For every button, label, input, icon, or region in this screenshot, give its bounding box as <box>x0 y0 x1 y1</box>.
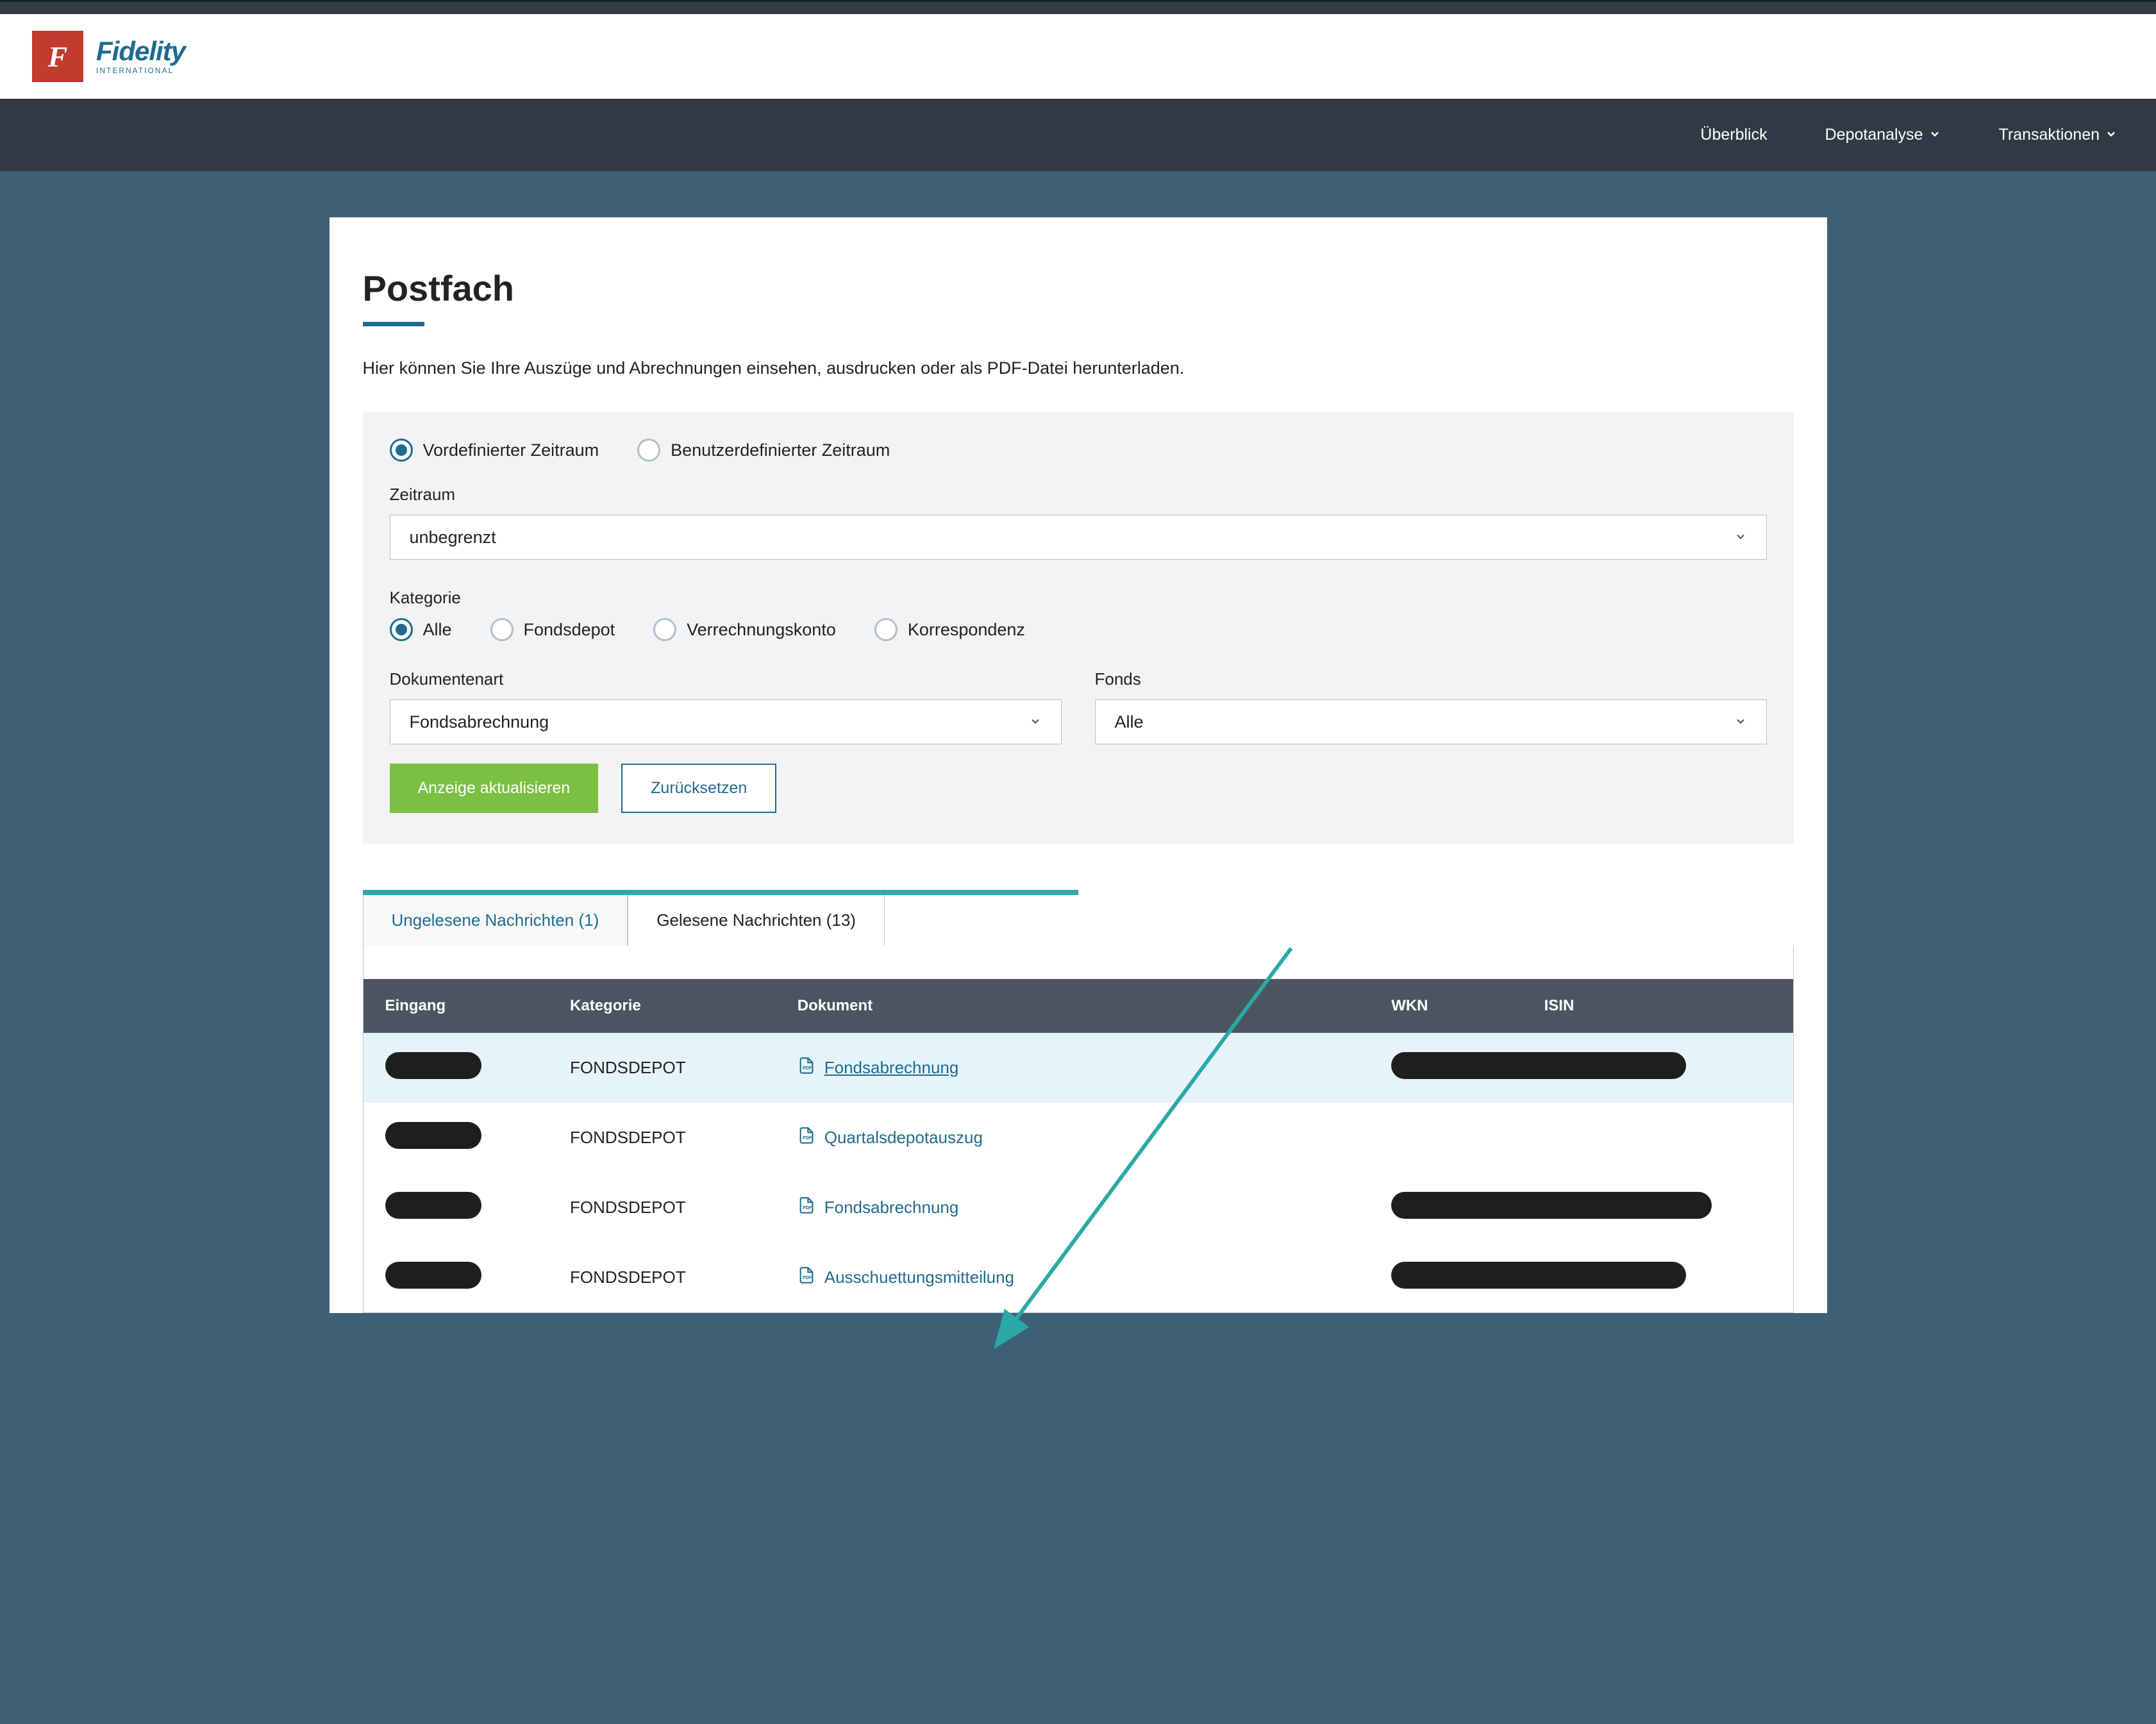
nav-transactions-label: Transaktionen <box>1999 126 2100 144</box>
pdf-icon: PDF <box>798 1126 815 1149</box>
chevron-down-icon <box>1029 712 1042 732</box>
brand-subtitle: INTERNATIONAL <box>96 66 185 75</box>
fonds-label: Fonds <box>1095 669 1767 689</box>
brand-logo[interactable]: F <box>32 31 83 82</box>
brand-bar: F Fidelity INTERNATIONAL <box>0 14 2156 99</box>
tab-unread[interactable]: Ungelesene Nachrichten (1) <box>363 890 628 946</box>
table-row: FONDSDEPOT PDF Fondsabrechnung <box>364 1033 1793 1103</box>
radio-icon <box>653 618 676 641</box>
pdf-icon: PDF <box>798 1057 815 1079</box>
category-fondsdepot-label: Fondsdepot <box>524 620 615 640</box>
topbar-dark-stripe <box>0 0 2156 14</box>
radio-icon <box>490 618 514 641</box>
chevron-down-icon <box>1734 712 1747 732</box>
period-select[interactable]: unbegrenzt <box>390 515 1767 560</box>
category-verrechnungskonto[interactable]: Verrechnungskonto <box>653 618 836 641</box>
document-link[interactable]: PDF Fondsabrechnung <box>798 1196 959 1219</box>
nav-overview-label: Überblick <box>1700 126 1767 144</box>
redacted-date <box>385 1192 481 1219</box>
cell-kategorie: FONDSDEPOT <box>548 1103 776 1173</box>
category-korrespondenz-label: Korrespondenz <box>908 620 1025 640</box>
radio-icon <box>390 439 413 462</box>
content-panel: Postfach Hier können Sie Ihre Auszüge un… <box>330 217 1827 1313</box>
period-mode-custom-label: Benutzerdefinierter Zeitraum <box>671 440 890 460</box>
nav-bar: Überblick Depotanalyse Transaktionen <box>0 99 2156 171</box>
period-select-value: unbegrenzt <box>410 528 496 548</box>
redacted-wkn-isin <box>1391 1192 1712 1219</box>
svg-text:PDF: PDF <box>803 1276 812 1280</box>
chevron-down-icon <box>2105 128 2118 142</box>
nav-transactions[interactable]: Transaktionen <box>1999 126 2118 144</box>
redacted-date <box>385 1122 481 1149</box>
content-outer: Postfach Hier können Sie Ihre Auszüge un… <box>0 171 2156 1313</box>
filter-box: Vordefinierter Zeitraum Benutzerdefinier… <box>363 412 1794 844</box>
table-row: FONDSDEPOT PDF Ausschuettungsmitteilung <box>364 1243 1793 1312</box>
chevron-down-icon <box>1734 528 1747 548</box>
table-row: FONDSDEPOT PDF Quartalsdepotauszug <box>364 1103 1793 1173</box>
col-isin: ISIN <box>1523 979 1793 1033</box>
category-all[interactable]: Alle <box>390 618 452 641</box>
title-underline <box>363 322 424 326</box>
tabs-row: Ungelesene Nachrichten (1) Gelesene Nach… <box>363 890 1794 946</box>
table-row: FONDSDEPOT PDF Fondsabrechnung <box>364 1173 1793 1243</box>
col-eingang: Eingang <box>364 979 549 1033</box>
update-button[interactable]: Anzeige aktualisieren <box>390 764 599 813</box>
svg-text:PDF: PDF <box>803 1066 812 1071</box>
period-label: Zeitraum <box>390 485 1767 505</box>
chevron-down-icon <box>1928 128 1941 142</box>
reset-button[interactable]: Zurücksetzen <box>621 764 776 813</box>
brand-name: Fidelity <box>96 38 185 65</box>
period-mode-custom[interactable]: Benutzerdefinierter Zeitraum <box>637 439 890 462</box>
pdf-icon: PDF <box>798 1196 815 1219</box>
period-mode-predefined-label: Vordefinierter Zeitraum <box>423 440 599 460</box>
redacted-date <box>385 1262 481 1289</box>
doc-type-value: Fondsabrechnung <box>410 712 549 732</box>
messages-table: Eingang Kategorie Dokument WKN ISIN FOND… <box>364 979 1793 1312</box>
document-link[interactable]: PDF Fondsabrechnung <box>798 1057 959 1079</box>
messages-table-wrap: Eingang Kategorie Dokument WKN ISIN FOND… <box>363 946 1794 1313</box>
brand-text: Fidelity INTERNATIONAL <box>96 38 185 75</box>
tab-read[interactable]: Gelesene Nachrichten (13) <box>628 890 885 946</box>
nav-depot-analysis[interactable]: Depotanalyse <box>1825 126 1941 144</box>
document-link[interactable]: PDF Ausschuettungsmitteilung <box>798 1266 1014 1289</box>
period-mode-radio-group: Vordefinierter Zeitraum Benutzerdefinier… <box>390 439 1767 462</box>
col-wkn: WKN <box>1369 979 1522 1033</box>
category-all-label: Alle <box>423 620 452 640</box>
cell-kategorie: FONDSDEPOT <box>548 1173 776 1243</box>
cell-kategorie: FONDSDEPOT <box>548 1243 776 1312</box>
document-name: Fondsabrechnung <box>824 1058 959 1078</box>
col-kategorie: Kategorie <box>548 979 776 1033</box>
svg-text:PDF: PDF <box>803 1206 812 1210</box>
nav-depot-analysis-label: Depotanalyse <box>1825 126 1923 144</box>
category-radio-group: Alle Fondsdepot Verrechnungskonto Korres… <box>390 618 1767 641</box>
doc-type-label: Dokumentenart <box>390 669 1062 689</box>
col-dokument: Dokument <box>776 979 1369 1033</box>
document-name: Fondsabrechnung <box>824 1198 959 1218</box>
category-label: Kategorie <box>390 588 1767 608</box>
radio-icon <box>637 439 660 462</box>
svg-text:PDF: PDF <box>803 1136 812 1141</box>
document-link[interactable]: PDF Quartalsdepotauszug <box>798 1126 983 1149</box>
fonds-value: Alle <box>1115 712 1144 732</box>
document-name: Ausschuettungsmitteilung <box>824 1268 1014 1287</box>
category-verrechnungskonto-label: Verrechnungskonto <box>687 620 836 640</box>
brand-logo-letter: F <box>48 40 68 74</box>
radio-icon <box>874 618 898 641</box>
pdf-icon: PDF <box>798 1266 815 1289</box>
doc-type-select[interactable]: Fondsabrechnung <box>390 699 1062 744</box>
page-title: Postfach <box>363 267 1794 309</box>
redacted-date <box>385 1052 481 1079</box>
radio-icon <box>390 618 413 641</box>
fonds-select[interactable]: Alle <box>1095 699 1767 744</box>
document-name: Quartalsdepotauszug <box>824 1128 983 1148</box>
redacted-wkn-isin <box>1391 1262 1686 1289</box>
page-description: Hier können Sie Ihre Auszüge und Abrechn… <box>363 358 1794 378</box>
nav-overview[interactable]: Überblick <box>1700 126 1767 144</box>
category-fondsdepot[interactable]: Fondsdepot <box>490 618 615 641</box>
period-mode-predefined[interactable]: Vordefinierter Zeitraum <box>390 439 599 462</box>
cell-kategorie: FONDSDEPOT <box>548 1033 776 1103</box>
redacted-wkn-isin <box>1391 1052 1686 1079</box>
category-korrespondenz[interactable]: Korrespondenz <box>874 618 1025 641</box>
